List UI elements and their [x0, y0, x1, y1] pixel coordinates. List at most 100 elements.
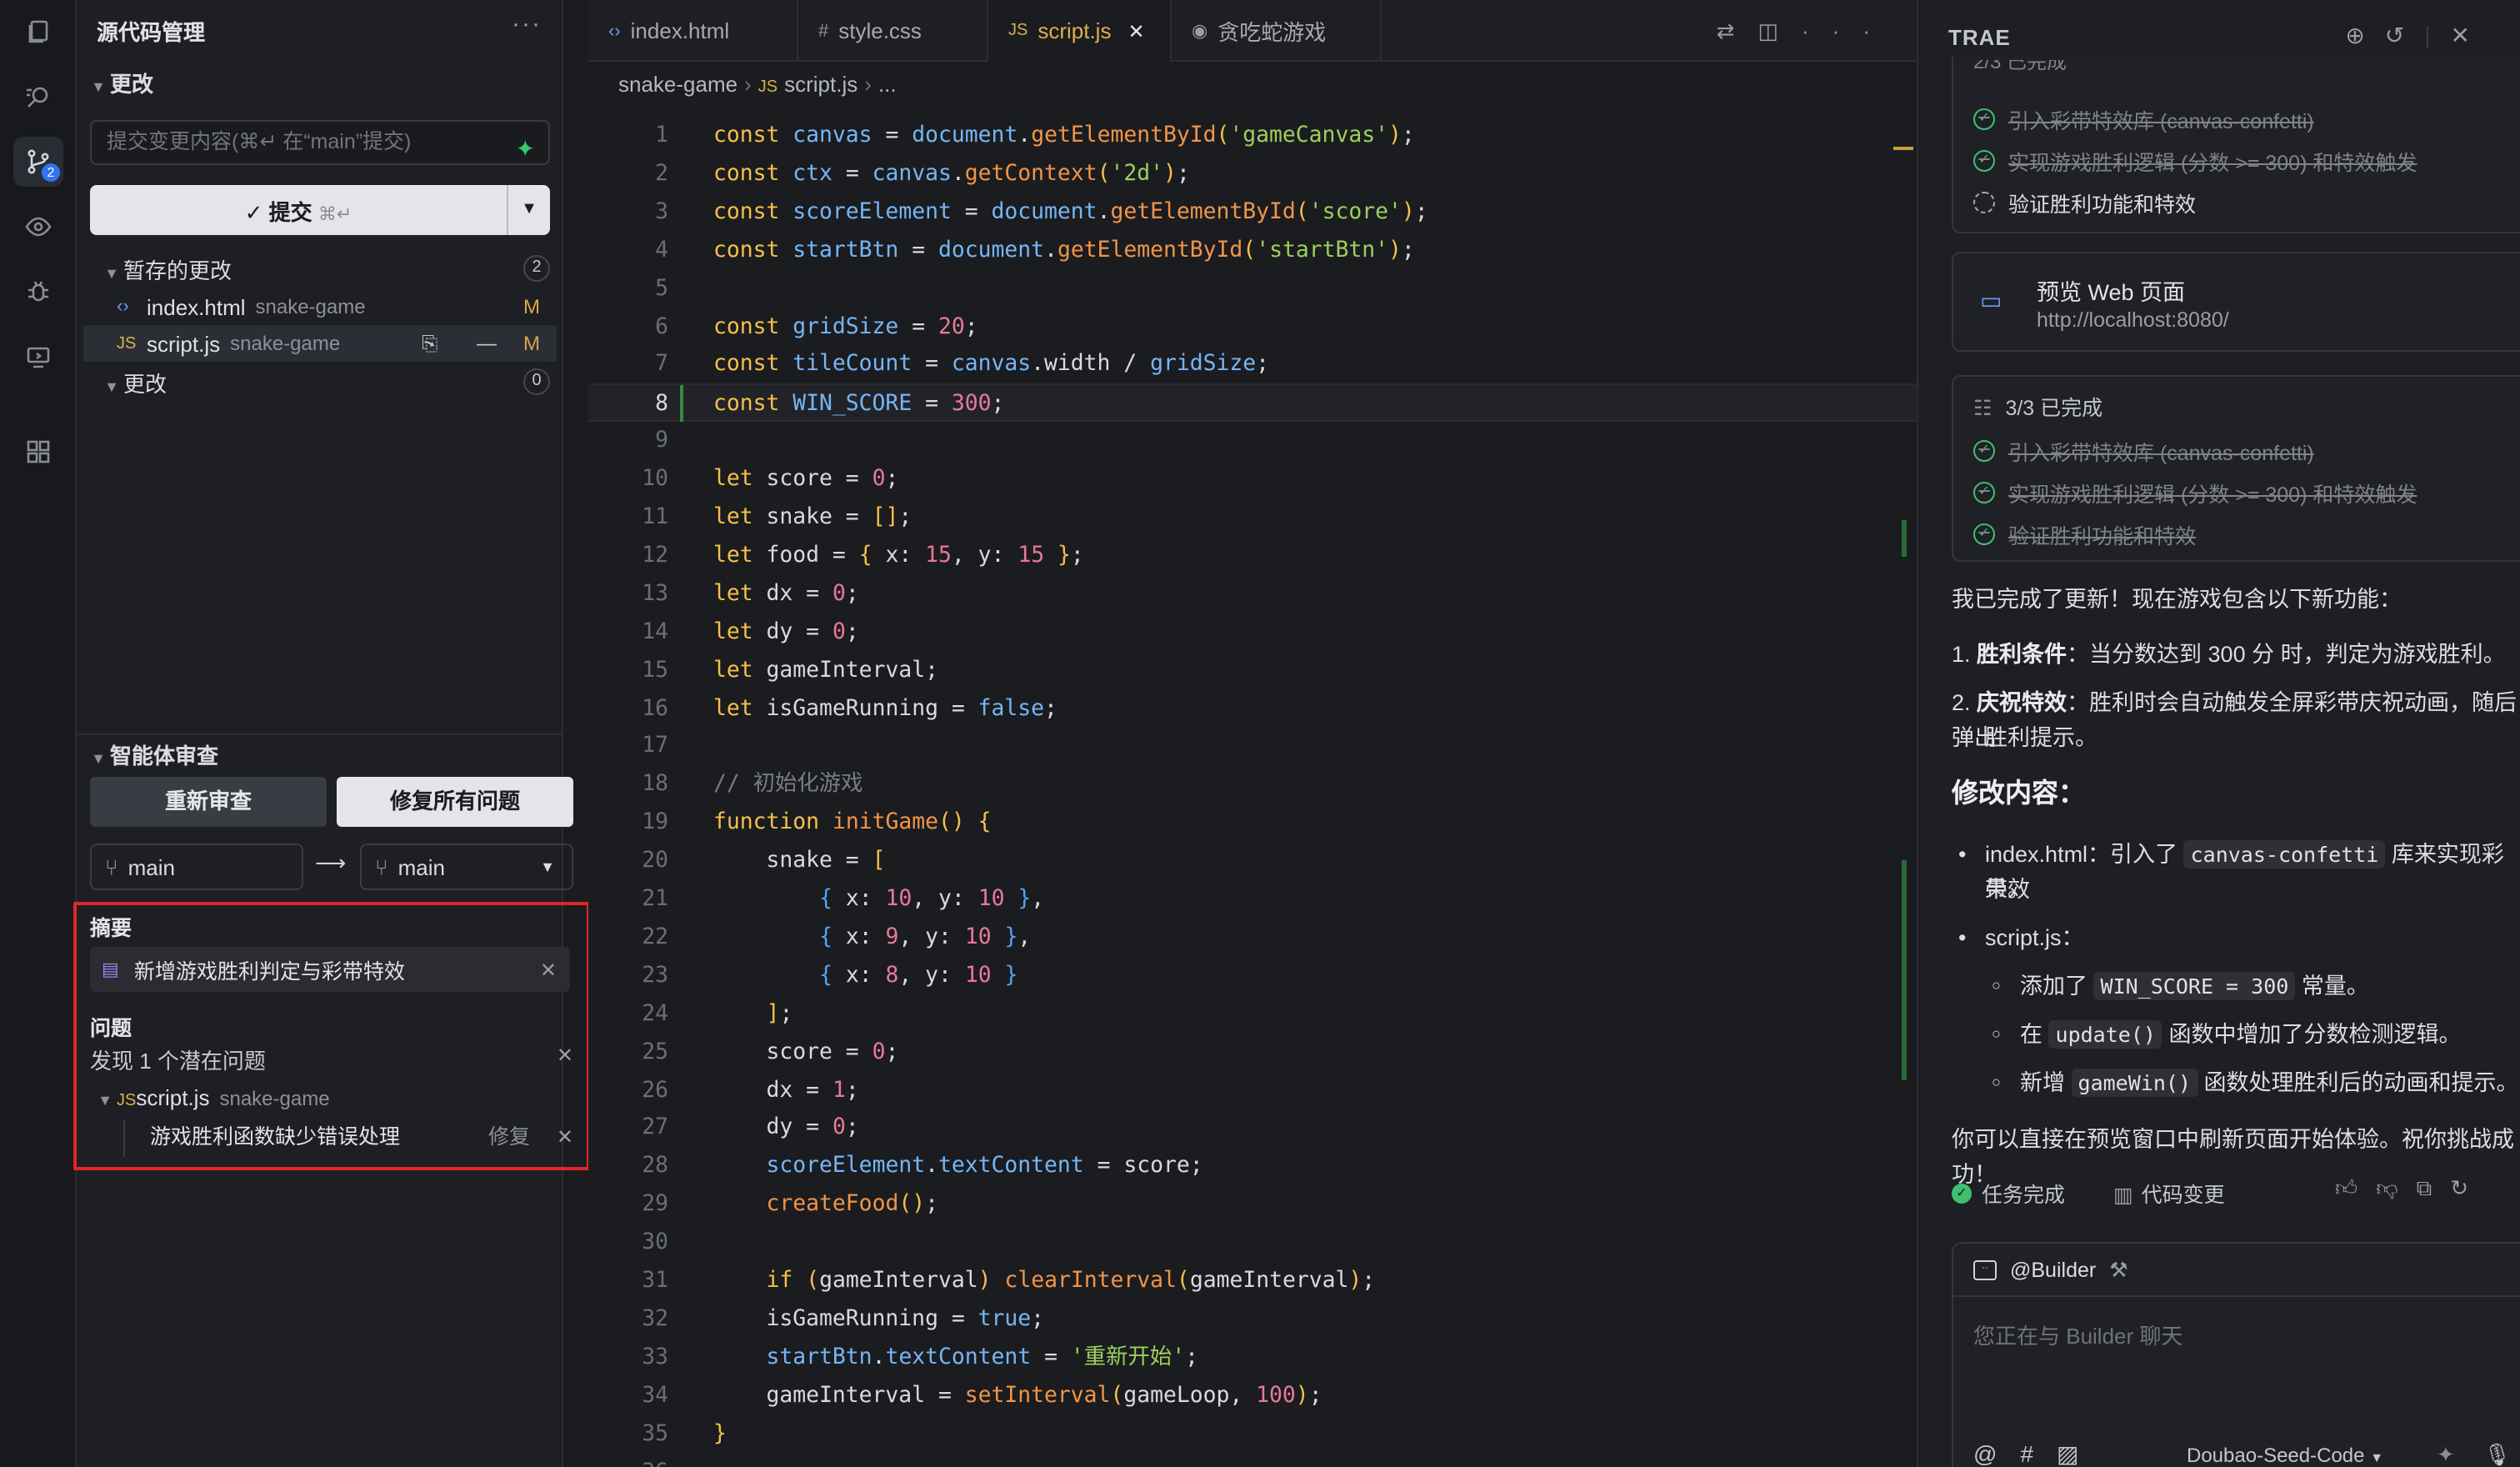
code-line[interactable]: 25 score = 0;	[588, 1033, 1917, 1071]
preview-card[interactable]: ▭ 预览 Web 页面 http://localhost:8080/ ◉	[1952, 252, 2520, 352]
compare-icon[interactable]: ⇄	[1717, 18, 1758, 43]
issue-item[interactable]: 游戏胜利函数缺少错误处理 修复 ✕	[123, 1120, 573, 1157]
debug-icon[interactable]	[13, 267, 63, 317]
split-editor-icon[interactable]: ◫	[1758, 18, 1802, 43]
staged-file-script-js[interactable]: JS script.js snake-game ⎘ — M	[83, 325, 557, 362]
code-line[interactable]: 22 { x: 9, y: 10 },	[588, 919, 1917, 957]
code-line[interactable]: 5	[588, 269, 1917, 308]
tab-script-js[interactable]: JS script.js ✕	[988, 0, 1172, 62]
code-text: function initGame() {	[713, 810, 992, 836]
close-icon[interactable]: ✕	[2451, 22, 2490, 48]
code-line[interactable]: 8 const WIN_SCORE = 300;	[588, 383, 1917, 423]
code-line[interactable]: 19 function initGame() {	[588, 804, 1917, 842]
code-line[interactable]: 33 startBtn.textContent = '重新开始';	[588, 1339, 1917, 1377]
close-tab-icon[interactable]: ✕	[1128, 19, 1144, 43]
breadcrumb-folder[interactable]: snake-game	[618, 72, 738, 97]
code-line[interactable]: 31 if (gameInterval) clearInterval(gameI…	[588, 1262, 1917, 1300]
code-line[interactable]: 11 let snake = [];	[588, 498, 1917, 537]
more-actions-icon[interactable]: ···	[512, 10, 542, 38]
close-icon[interactable]: ✕	[557, 1044, 573, 1067]
tab-style-css[interactable]: # style.css	[798, 0, 988, 62]
more-actions-icon[interactable]: ···	[1802, 18, 1893, 43]
changes-section-header[interactable]: ▼ 更改	[87, 67, 153, 98]
code-line[interactable]: 21 { x: 10, y: 10 },	[588, 880, 1917, 919]
explorer-icon[interactable]	[13, 7, 63, 57]
thumbs-up-icon[interactable]: 👍︎	[2335, 1175, 2376, 1200]
code-line[interactable]: 28 scoreElement.textContent = score;	[588, 1148, 1917, 1186]
tools-icon[interactable]: ⚒	[2109, 1257, 2128, 1282]
code-line[interactable]: 1 const canvas = document.getElementById(…	[588, 117, 1917, 155]
source-control-sidebar: 源代码管理 ··· ▼ 更改 提交变更内容(⌘↵ 在“main”提交) ✦ ✓ 提交…	[73, 0, 590, 1467]
tab-snake-preview[interactable]: ◉ 贪吃蛇游戏	[1172, 0, 1382, 62]
copy-icon[interactable]: ⧉	[2417, 1175, 2451, 1200]
code-line[interactable]: 30	[588, 1224, 1917, 1262]
breadcrumb-file[interactable]: script.js	[784, 72, 858, 97]
code-line[interactable]: 13 let dx = 0;	[588, 575, 1917, 613]
commit-dropdown-icon[interactable]: ▼	[507, 185, 550, 235]
code-line[interactable]: 4 const startBtn = document.getElementByI…	[588, 231, 1917, 269]
ai-sparkle-icon[interactable]: ✦	[516, 128, 535, 170]
image-icon[interactable]: ▨	[2057, 1440, 2102, 1467]
code-line[interactable]: 12 let food = { x: 15, y: 15 };	[588, 537, 1917, 575]
code-changes-button[interactable]: ▥ 代码变更	[2113, 1177, 2225, 1209]
check-circle-icon: ✓	[1973, 482, 1995, 503]
thumbs-down-icon[interactable]: 👎︎	[2376, 1175, 2416, 1200]
code-line[interactable]: 7 const tileCount = canvas.width / gridSi…	[588, 346, 1917, 384]
code-line[interactable]: 23 { x: 8, y: 10 }	[588, 957, 1917, 995]
hashtag-icon[interactable]: #	[2020, 1440, 2057, 1467]
code-line[interactable]: 10 let score = 0;	[588, 460, 1917, 498]
breadcrumb-symbol[interactable]: ...	[878, 72, 897, 97]
issue-file-row[interactable]: ▼ JSscript.js snake-game	[93, 1085, 330, 1110]
code-line[interactable]: 20 snake = [	[588, 842, 1917, 880]
code-line[interactable]: 16 let isGameRunning = false;	[588, 689, 1917, 728]
staged-changes-header[interactable]: ▼ 暂存的更改 2	[100, 253, 563, 285]
extensions-icon[interactable]	[13, 427, 63, 477]
code-line[interactable]: 27 dy = 0;	[588, 1109, 1917, 1148]
regenerate-icon[interactable]: ↻	[2450, 1175, 2487, 1200]
code-line[interactable]: 15 let gameInterval;	[588, 651, 1917, 689]
microphone-icon[interactable]: 🎙︎	[2483, 1442, 2511, 1467]
code-line[interactable]: 36	[588, 1453, 1917, 1467]
summary-item[interactable]: ▤ 新增游戏胜利判定与彩带特效 ✕	[90, 947, 570, 992]
code-line[interactable]: 18 // 初始化游戏	[588, 766, 1917, 804]
code-line[interactable]: 29 createFood();	[588, 1185, 1917, 1224]
unstaged-changes-header[interactable]: ▼ 更改 0	[100, 367, 563, 398]
new-chat-icon[interactable]: ⊕	[2345, 22, 2384, 48]
model-select[interactable]: Doubao-Seed-Code ▼	[2187, 1444, 2383, 1467]
commit-message-input[interactable]: 提交变更内容(⌘↵ 在“main”提交) ✦	[90, 120, 550, 165]
code-line[interactable]: 2 const ctx = canvas.getContext('2d');	[588, 155, 1917, 193]
agent-review-header[interactable]: ▼ 智能体审查	[87, 739, 218, 770]
mention-icon[interactable]: @	[1973, 1440, 2020, 1467]
code-line[interactable]: 34 gameInterval = setInterval(gameLoop, …	[588, 1376, 1917, 1414]
code-line[interactable]: 35}	[588, 1414, 1917, 1453]
code-line[interactable]: 26 dx = 1;	[588, 1071, 1917, 1109]
code-line[interactable]: 14 let dy = 0;	[588, 613, 1917, 651]
open-file-icon[interactable]: ⎘ —	[422, 331, 513, 356]
code-line[interactable]: 24 ];	[588, 994, 1917, 1033]
sparkle-icon[interactable]: ✦	[2437, 1442, 2455, 1467]
agent-selector[interactable]: ·· @Builder ⚒	[1953, 1244, 2520, 1297]
target-branch-select[interactable]: ⑂ main ▼	[360, 844, 573, 890]
close-icon[interactable]: ✕	[540, 958, 557, 981]
search-icon[interactable]	[13, 72, 63, 122]
code-line[interactable]: 32 isGameRunning = true;	[588, 1300, 1917, 1339]
code-line[interactable]: 6 const gridSize = 20;	[588, 308, 1917, 346]
commit-button[interactable]: ✓ 提交 ⌘↵ ▼	[90, 185, 550, 235]
rereview-button[interactable]: 重新审查	[90, 777, 327, 827]
preview-eye-icon[interactable]	[13, 202, 63, 252]
staged-file-index-html[interactable]: ‹› index.html snake-game M	[83, 288, 557, 325]
fix-all-button[interactable]: 修复所有问题	[337, 777, 573, 827]
source-control-icon[interactable]: 2	[13, 137, 63, 187]
source-branch-select[interactable]: ⑂ main	[90, 844, 303, 890]
code-line[interactable]: 3 const scoreElement = document.getElemen…	[588, 193, 1917, 232]
code-line[interactable]: 17	[588, 728, 1917, 766]
tab-index-html[interactable]: ‹› index.html	[588, 0, 798, 62]
preview-url[interactable]: http://localhost:8080/	[2037, 308, 2229, 332]
close-icon[interactable]: ✕	[557, 1120, 573, 1154]
history-icon[interactable]: ↺	[2385, 22, 2424, 48]
remote-icon[interactable]	[13, 332, 63, 382]
arrow-right-icon: ⟶	[315, 850, 347, 875]
code-line[interactable]: 9	[588, 422, 1917, 460]
chat-input[interactable]: 您正在与 Builder 聊天	[1973, 1319, 2182, 1350]
fix-issue-button[interactable]: 修复	[488, 1120, 530, 1154]
